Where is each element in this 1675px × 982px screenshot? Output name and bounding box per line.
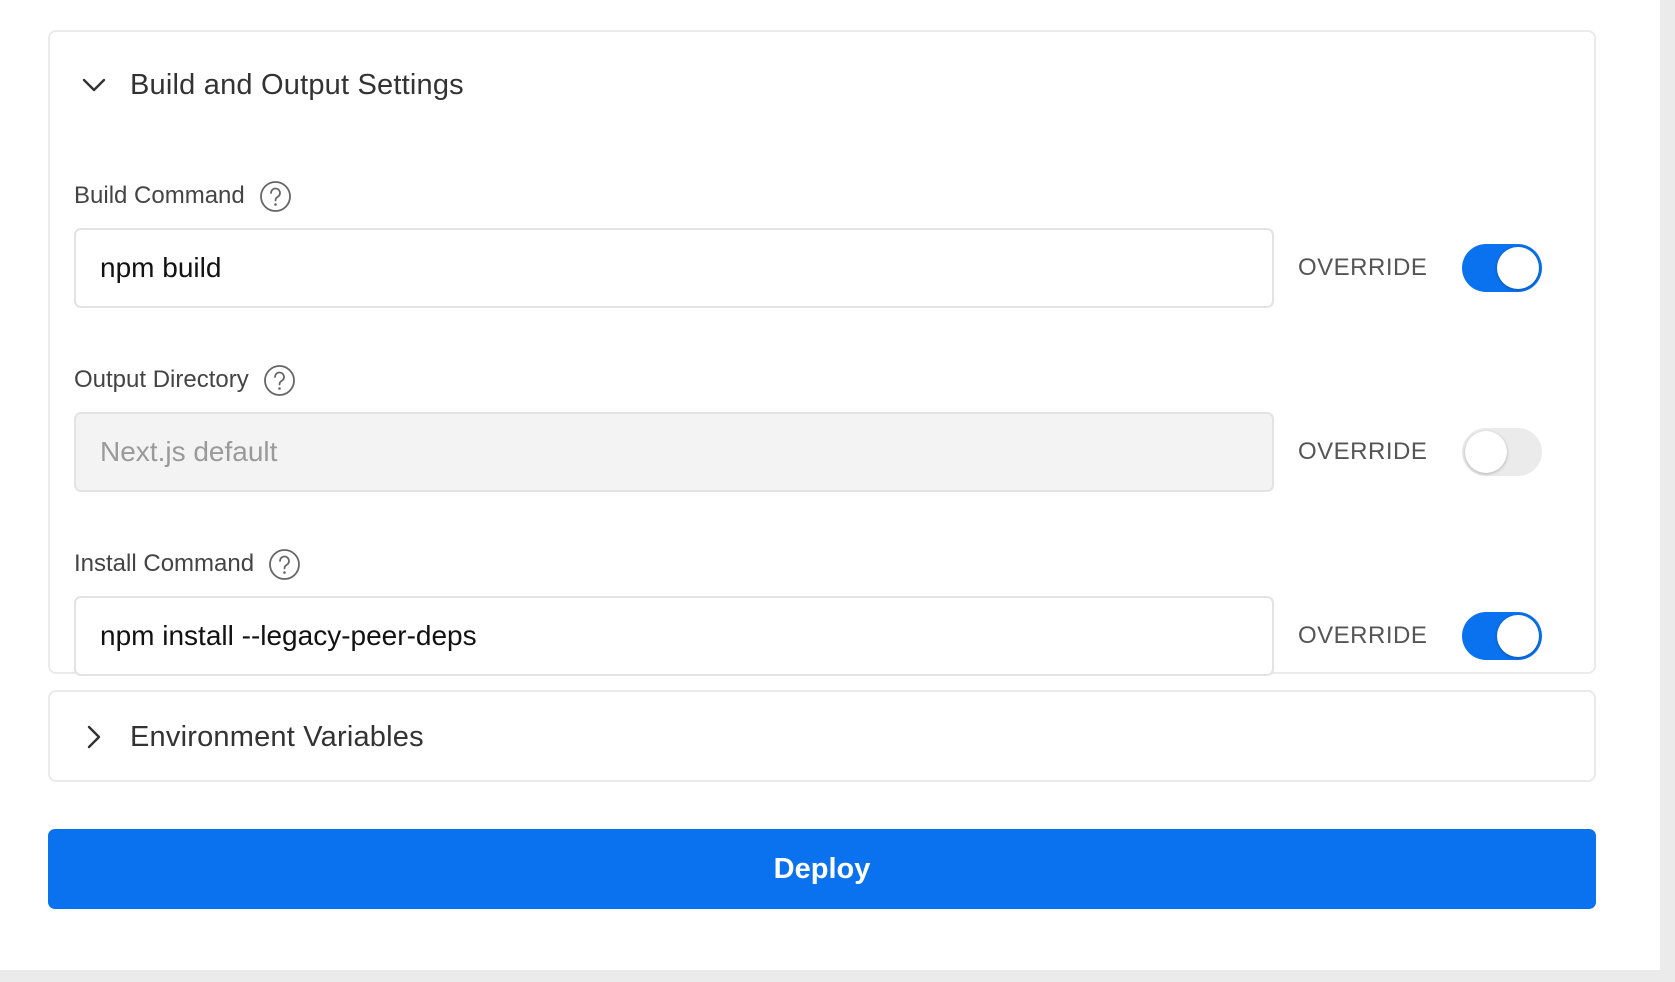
section-title: Environment Variables — [130, 720, 424, 753]
build-command-override-toggle[interactable] — [1462, 244, 1542, 292]
build-command-label: Build Command — [74, 182, 245, 209]
install-command-field: Install Command OVERRIDE — [74, 546, 1574, 676]
build-command-field: Build Command OVERRIDE — [74, 178, 1574, 308]
page-edge — [1660, 0, 1675, 982]
toggle-knob — [1465, 431, 1507, 473]
install-command-input[interactable] — [74, 596, 1274, 676]
page-edge — [0, 970, 1675, 982]
output-directory-input[interactable] — [74, 412, 1274, 492]
page: Build and Output Settings Build Command … — [0, 0, 1660, 970]
section-title: Build and Output Settings — [130, 68, 464, 101]
output-directory-override-label: OVERRIDE — [1298, 438, 1428, 465]
deploy-button[interactable]: Deploy — [48, 829, 1596, 909]
install-command-override-toggle[interactable] — [1462, 612, 1542, 660]
build-command-override-label: OVERRIDE — [1298, 254, 1428, 281]
output-directory-override-toggle[interactable] — [1462, 428, 1542, 476]
build-command-input[interactable] — [74, 228, 1274, 308]
environment-variables-panel: Environment Variables — [48, 690, 1596, 782]
help-circle-icon[interactable] — [268, 548, 301, 581]
install-command-label: Install Command — [74, 550, 255, 577]
install-command-override-label: OVERRIDE — [1298, 622, 1428, 649]
build-output-settings-panel: Build and Output Settings Build Command … — [48, 30, 1596, 676]
toggle-knob — [1497, 247, 1539, 289]
help-circle-icon[interactable] — [263, 364, 296, 397]
output-directory-field: Output Directory OVERRIDE — [74, 362, 1574, 492]
environment-variables-header[interactable]: Environment Variables — [80, 714, 424, 760]
toggle-knob — [1497, 615, 1539, 657]
build-output-settings-header[interactable]: Build and Output Settings — [80, 62, 464, 108]
help-circle-icon[interactable] — [259, 180, 292, 213]
output-directory-label: Output Directory — [74, 366, 249, 393]
chevron-down-icon — [80, 71, 108, 99]
chevron-right-icon — [80, 723, 108, 751]
